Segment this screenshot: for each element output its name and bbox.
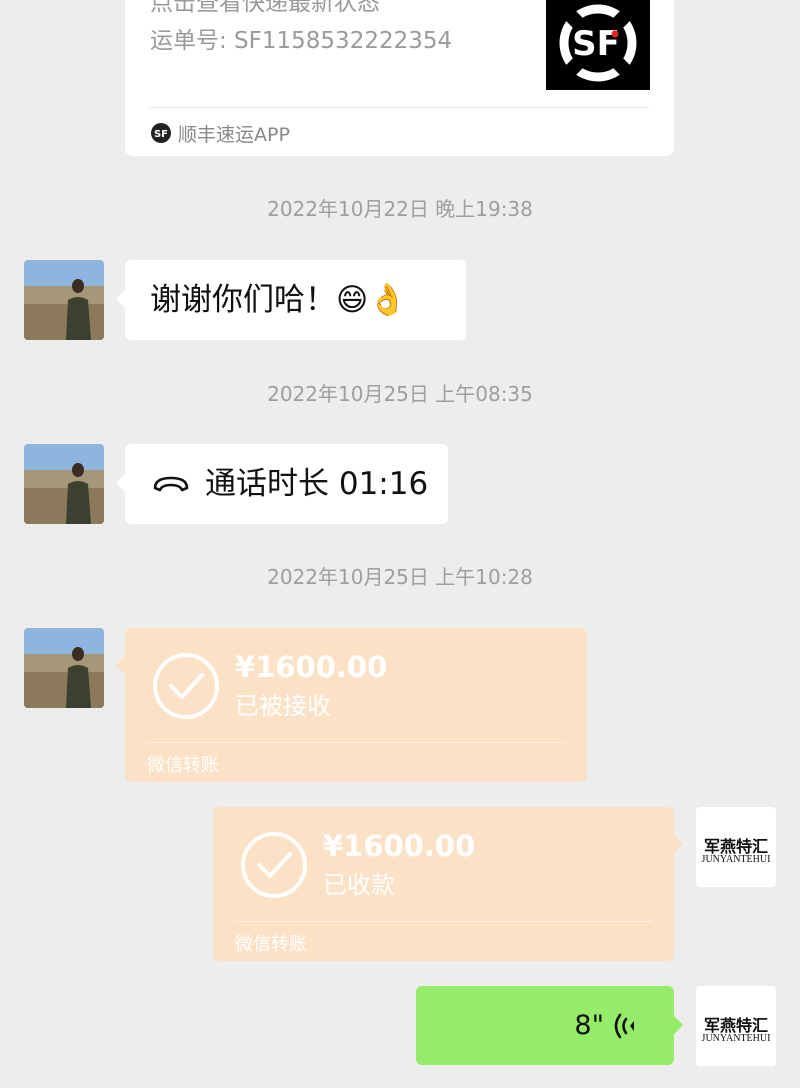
phone-hangup-icon — [153, 476, 189, 492]
transfer-card[interactable]: ¥1600.00 已被接收 微信转账 — [116, 628, 587, 782]
transfer-label: 微信转账 — [235, 934, 307, 955]
check-circle-icon — [153, 653, 219, 719]
voice-wave-icon — [614, 1013, 634, 1039]
transfer-status: 已收款 — [323, 871, 395, 899]
self-avatar-brand-en: JUNYANTEHUI — [701, 854, 771, 865]
divider — [235, 921, 652, 922]
divider — [150, 107, 649, 108]
contact-avatar[interactable] — [24, 444, 104, 524]
check-circle-icon — [241, 832, 307, 898]
sf-waybill-number: 运单号: SF1158532222354 — [150, 28, 453, 54]
sf-app-name: 顺丰速运APP — [178, 123, 290, 146]
sf-app-source[interactable]: SF 顺丰速运APP — [150, 118, 290, 148]
call-record-bubble[interactable]: 通话时长 01:16 — [116, 444, 448, 524]
message-timestamp: 2022年10月25日 上午10:28 — [267, 565, 533, 589]
sf-status-hint: 点击查看快递最新状态 — [150, 0, 380, 16]
message-timestamp: 2022年10月22日 晚上19:38 — [267, 197, 533, 221]
transfer-label: 微信转账 — [147, 755, 219, 776]
voice-message-bubble[interactable]: 8" — [416, 986, 683, 1065]
message-bubble[interactable]: 谢谢你们哈！😄👌 — [116, 260, 466, 340]
transfer-status: 已被接收 — [235, 692, 331, 720]
message-text: 谢谢你们哈！😄👌 — [150, 282, 407, 318]
divider — [147, 742, 565, 743]
voice-duration: 8" — [574, 1010, 604, 1041]
contact-avatar[interactable] — [24, 260, 104, 340]
transfer-amount: ¥1600.00 — [235, 650, 388, 684]
self-avatar[interactable]: 军燕特汇 JUNYANTEHUI — [696, 986, 776, 1066]
sf-logo-icon: SF — [546, 0, 650, 90]
sf-app-icon: SF — [151, 123, 171, 143]
transfer-amount: ¥1600.00 — [323, 829, 476, 863]
self-avatar-brand-en: JUNYANTEHUI — [701, 1033, 771, 1044]
transfer-card[interactable]: ¥1600.00 已收款 微信转账 — [213, 807, 683, 961]
contact-avatar[interactable] — [24, 628, 104, 708]
self-avatar[interactable]: 军燕特汇 JUNYANTEHUI — [696, 807, 776, 887]
sf-express-card[interactable]: 点击查看快递最新状态 运单号: SF1158532222354 SF SF 顺丰… — [125, 0, 674, 156]
svg-text:SF: SF — [572, 24, 620, 64]
message-timestamp: 2022年10月25日 上午08:35 — [267, 382, 533, 406]
call-duration-text: 通话时长 01:16 — [205, 466, 429, 502]
svg-text:SF: SF — [154, 129, 168, 140]
